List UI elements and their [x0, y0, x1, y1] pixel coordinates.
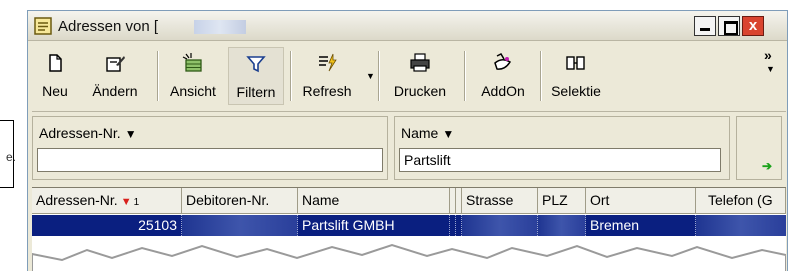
selection-label: Selektie	[551, 83, 601, 99]
column-header-telefon[interactable]: Telefon (G	[696, 188, 786, 214]
toolbar-separator	[378, 51, 379, 101]
new-label: Neu	[42, 83, 68, 99]
cell-ort: Bremen	[586, 215, 696, 236]
filter-panel-name: Name ▼	[394, 116, 730, 180]
address-grid: Adressen-Nr. ▼ 1 Debitoren-Nr. Name Strass…	[32, 187, 786, 271]
toolbar-separator	[157, 51, 158, 101]
printer-icon	[410, 53, 430, 72]
new-document-icon	[49, 54, 62, 72]
addon-button[interactable]: AddOn	[472, 47, 534, 105]
column-header-adressen-nr[interactable]: Adressen-Nr. ▼ 1	[32, 188, 182, 214]
column-header-label: PLZ	[542, 192, 568, 208]
apply-filter-button[interactable]: ➔	[736, 116, 782, 180]
selection-icon	[566, 56, 585, 70]
refresh-label: Refresh	[302, 83, 352, 99]
cell-strasse-redacted	[462, 215, 538, 236]
dropdown-triangle-icon: ▼	[124, 127, 137, 141]
adressen-nr-filter-input[interactable]	[37, 148, 383, 172]
filter-button[interactable]: Filtern	[228, 47, 284, 105]
toolbar: Neu Ändern Ansicht Filtern Refresh ▼ Dru…	[32, 47, 786, 105]
filter-icon	[246, 56, 266, 73]
filter-label-name[interactable]: Name ▼	[401, 125, 454, 141]
filter-area: Adressen-Nr.▼ Name▼ ➔	[32, 111, 786, 185]
refresh-button[interactable]: Refresh	[294, 47, 360, 105]
column-header-label: Telefon (G	[708, 192, 773, 208]
addon-label: AddOn	[481, 83, 525, 99]
column-header-strasse[interactable]: Strasse	[462, 188, 538, 214]
toolbar-separator	[290, 51, 291, 101]
column-header-label: Strasse	[466, 192, 514, 208]
print-label: Drucken	[393, 83, 447, 99]
cell-plz-redacted	[538, 215, 586, 236]
window-title: Adressen von [	[58, 18, 159, 35]
filter-panel-adressen-nr: Adressen-Nr. ▼	[32, 116, 388, 180]
filter-label-adressen-nr[interactable]: Adressen-Nr. ▼	[39, 125, 137, 141]
column-header-debitoren-nr[interactable]: Debitoren-Nr.	[182, 188, 298, 214]
name-filter-input[interactable]	[399, 148, 721, 172]
edit-button[interactable]: Ändern	[84, 47, 146, 105]
cell-name: Partslift GMBH	[298, 215, 450, 236]
edit-icon	[106, 56, 125, 72]
refresh-icon	[319, 53, 337, 72]
column-header-label: Name	[302, 192, 340, 208]
column-header-label: Adressen-Nr.	[36, 192, 118, 208]
close-icon: x	[748, 17, 758, 34]
arrow-right-icon: ➔	[762, 159, 773, 173]
maximize-button[interactable]	[718, 16, 740, 36]
column-header-name[interactable]: Name	[298, 188, 450, 214]
toolbar-separator	[540, 51, 541, 101]
column-header-label: Debitoren-Nr.	[186, 192, 270, 208]
selection-button[interactable]: Selektie	[544, 47, 608, 105]
address-book-icon	[34, 17, 52, 35]
table-row-selected[interactable]: 25103 Partslift GMBH Bremen	[32, 215, 786, 236]
cell-adressen-nr: 25103	[32, 215, 182, 236]
minimize-button[interactable]	[694, 16, 716, 36]
column-header-label: Ort	[590, 192, 610, 208]
more-icon: »	[764, 47, 772, 63]
cell-debitoren-nr-redacted	[182, 215, 298, 236]
dropdown-triangle-icon: ▼	[442, 127, 455, 141]
toolbar-separator	[464, 51, 465, 101]
sort-order-number: 1	[133, 197, 140, 208]
view-label: Ansicht	[170, 83, 216, 99]
chevron-down-icon: ▼	[766, 64, 775, 74]
redacted-title-part	[194, 20, 246, 34]
print-button[interactable]: Drucken	[383, 47, 457, 105]
close-button[interactable]: x	[742, 16, 764, 36]
filter-field-name: Name	[401, 125, 439, 141]
sort-descending-icon: ▼	[120, 196, 132, 208]
toolbar-overflow-button[interactable]: » ▼	[764, 47, 775, 75]
addon-icon	[494, 53, 512, 70]
torn-edge	[32, 243, 786, 271]
column-header-plz[interactable]: PLZ	[538, 188, 586, 214]
new-button[interactable]: Neu	[32, 47, 78, 105]
edit-label: Ändern	[92, 83, 138, 99]
filter-label: Filtern	[236, 84, 276, 100]
refresh-dropdown-arrow[interactable]: ▼	[366, 71, 375, 81]
background-text-fragment: e.	[6, 150, 17, 164]
filter-field-name: Adressen-Nr.	[39, 125, 121, 141]
view-button[interactable]: Ansicht	[162, 47, 224, 105]
title-bar[interactable]: Adressen von [ x	[28, 11, 787, 41]
cell-telefon-redacted	[696, 215, 786, 236]
column-header-ort[interactable]: Ort	[586, 188, 696, 214]
address-window: Adressen von [ x Neu Ändern Ansicht Filt…	[27, 10, 788, 271]
view-icon	[182, 53, 202, 72]
